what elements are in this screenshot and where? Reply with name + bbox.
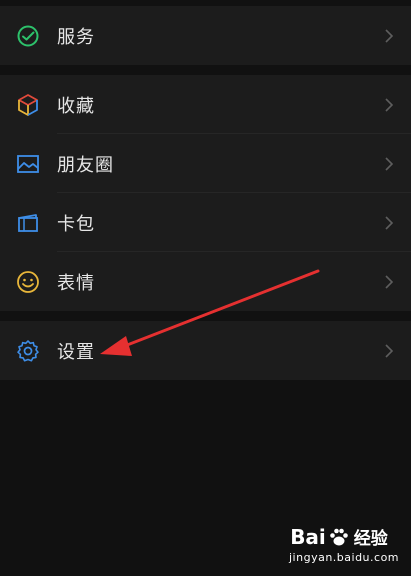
baidu-watermark: Bai 经验 jingyan.baidu.com: [289, 524, 400, 565]
section-gap: [0, 65, 411, 75]
menu-item-services[interactable]: 服务: [0, 6, 411, 65]
menu-label-stickers: 表情: [57, 272, 95, 294]
chevron-right-icon: [383, 342, 395, 360]
menu-item-settings[interactable]: 设置: [0, 321, 411, 380]
menu-item-favorites[interactable]: 收藏: [0, 75, 411, 134]
section-gap: [0, 311, 411, 321]
watermark-brand: Bai: [290, 524, 326, 549]
favorites-cube-icon: [15, 92, 41, 118]
menu-label-cards: 卡包: [57, 213, 95, 235]
chevron-right-icon: [383, 96, 395, 114]
menu-label-services: 服务: [57, 26, 95, 48]
menu-item-stickers[interactable]: 表情: [0, 252, 411, 311]
menu-label-moments: 朋友圈: [57, 154, 114, 176]
menu-item-moments[interactable]: 朋友圈: [0, 134, 411, 193]
watermark-url: jingyan.baidu.com: [289, 551, 400, 564]
group-main: 收藏 朋友圈 卡包 表情: [0, 75, 411, 311]
services-icon: [15, 23, 41, 49]
gear-icon: [15, 338, 41, 364]
chevron-right-icon: [383, 214, 395, 232]
chevron-right-icon: [383, 27, 395, 45]
moments-photo-icon: [15, 151, 41, 177]
menu-item-cards[interactable]: 卡包: [0, 193, 411, 252]
menu-label-settings: 设置: [57, 341, 95, 363]
card-wallet-icon: [15, 210, 41, 236]
menu-label-favorites: 收藏: [57, 95, 95, 117]
group-services: 服务: [0, 6, 411, 65]
paw-logo-icon: [329, 528, 348, 545]
chevron-right-icon: [383, 273, 395, 291]
watermark-brand-cn: 经验: [353, 529, 388, 549]
chevron-right-icon: [383, 155, 395, 173]
smiley-icon: [15, 269, 41, 295]
group-settings: 设置: [0, 321, 411, 380]
